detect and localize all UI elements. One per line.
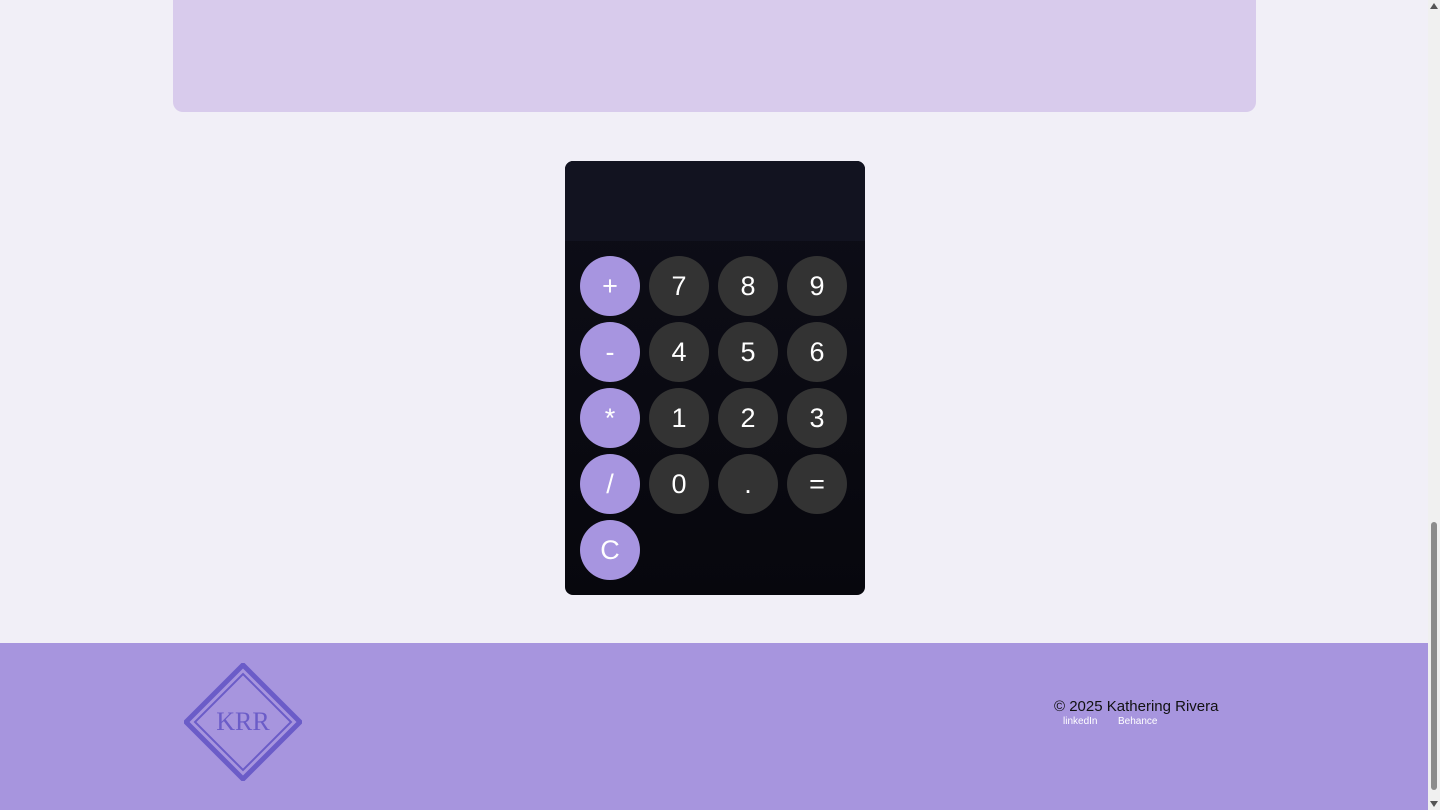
decimal-button[interactable]: . xyxy=(718,454,778,514)
digit-9-button[interactable]: 9 xyxy=(787,256,847,316)
content-panel xyxy=(173,0,1256,112)
calculator-display xyxy=(565,161,865,241)
digit-4-button[interactable]: 4 xyxy=(649,322,709,382)
digit-6-button[interactable]: 6 xyxy=(787,322,847,382)
logo-text: KRR xyxy=(216,707,270,736)
equals-button[interactable]: = xyxy=(787,454,847,514)
multiply-button[interactable]: * xyxy=(580,388,640,448)
clear-button[interactable]: C xyxy=(580,520,640,580)
digit-5-button[interactable]: 5 xyxy=(718,322,778,382)
subtract-button[interactable]: - xyxy=(580,322,640,382)
footer: KRR © 2025 Kathering Rivera linkedIn Beh… xyxy=(0,643,1428,810)
add-button[interactable]: + xyxy=(580,256,640,316)
calculator: +7 8 9 -4 5 6 * 1 2 3 /0. = C xyxy=(565,161,865,595)
footer-info: © 2025 Kathering Rivera linkedIn Behance xyxy=(1054,698,1234,730)
krr-logo[interactable]: KRR xyxy=(182,661,304,783)
page: +7 8 9 -4 5 6 * 1 2 3 /0. = C KRR © 2025 Kathering R… xyxy=(0,0,1428,810)
footer-links: linkedIn Behance xyxy=(1054,716,1234,730)
caret-down-icon[interactable] xyxy=(1428,798,1440,810)
divide-button[interactable]: / xyxy=(580,454,640,514)
scrollbar-thumb[interactable] xyxy=(1431,522,1437,790)
caret-up-icon[interactable] xyxy=(1428,0,1440,12)
digit-1-button[interactable]: 1 xyxy=(649,388,709,448)
behance-link[interactable]: Behance xyxy=(1118,716,1157,727)
digit-2-button[interactable]: 2 xyxy=(718,388,778,448)
linkedin-link[interactable]: linkedIn xyxy=(1063,716,1097,727)
digit-7-button[interactable]: 7 xyxy=(649,256,709,316)
copyright-text: © 2025 Kathering Rivera xyxy=(1054,698,1219,715)
vertical-scrollbar[interactable] xyxy=(1428,0,1440,810)
digit-3-button[interactable]: 3 xyxy=(787,388,847,448)
digit-8-button[interactable]: 8 xyxy=(718,256,778,316)
digit-0-button[interactable]: 0 xyxy=(649,454,709,514)
